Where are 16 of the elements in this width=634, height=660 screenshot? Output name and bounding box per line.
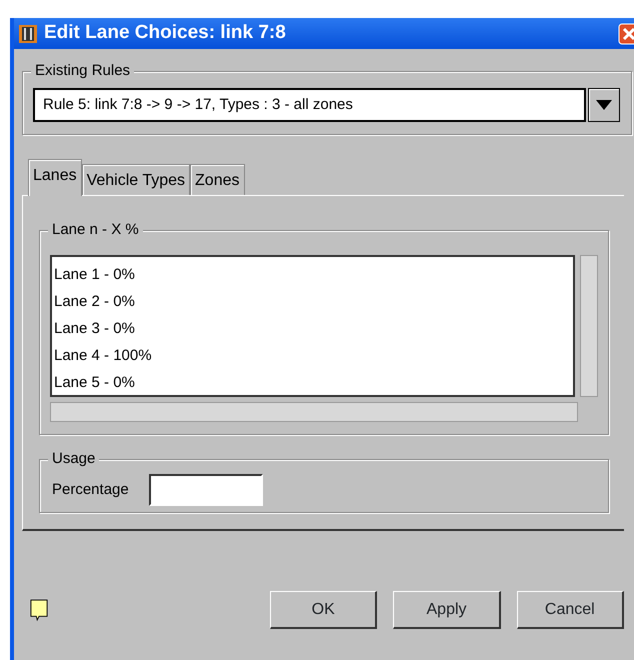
- dialog-button[interactable]: OK: [270, 591, 378, 629]
- dialog-button[interactable]: Cancel: [516, 591, 624, 629]
- group-label: Existing Rules: [31, 62, 134, 80]
- tab[interactable]: Vehicle Types: [82, 164, 190, 195]
- rules-dropdown[interactable]: Rule 5: link 7:8 -> 9 -> 17, Types : 3 - all zones: [33, 88, 586, 122]
- list-item[interactable]: Lane 2 - 0%: [54, 288, 572, 315]
- list-item[interactable]: Lane 3 - 0%: [54, 315, 572, 342]
- list-item[interactable]: Lane 4 - 100%: [54, 342, 572, 369]
- window-title: Edit Lane Choices: link 7:8: [44, 21, 286, 46]
- dialog-button[interactable]: Apply: [393, 591, 501, 629]
- group-label: Usage: [48, 450, 100, 468]
- field-label: Percentage: [52, 480, 129, 500]
- list-item[interactable]: Lane 1 - 0%: [54, 261, 572, 288]
- list-item[interactable]: Lane 5 - 0%: [54, 369, 572, 396]
- tab[interactable]: Zones: [190, 164, 244, 195]
- tab[interactable]: Lanes: [28, 159, 82, 196]
